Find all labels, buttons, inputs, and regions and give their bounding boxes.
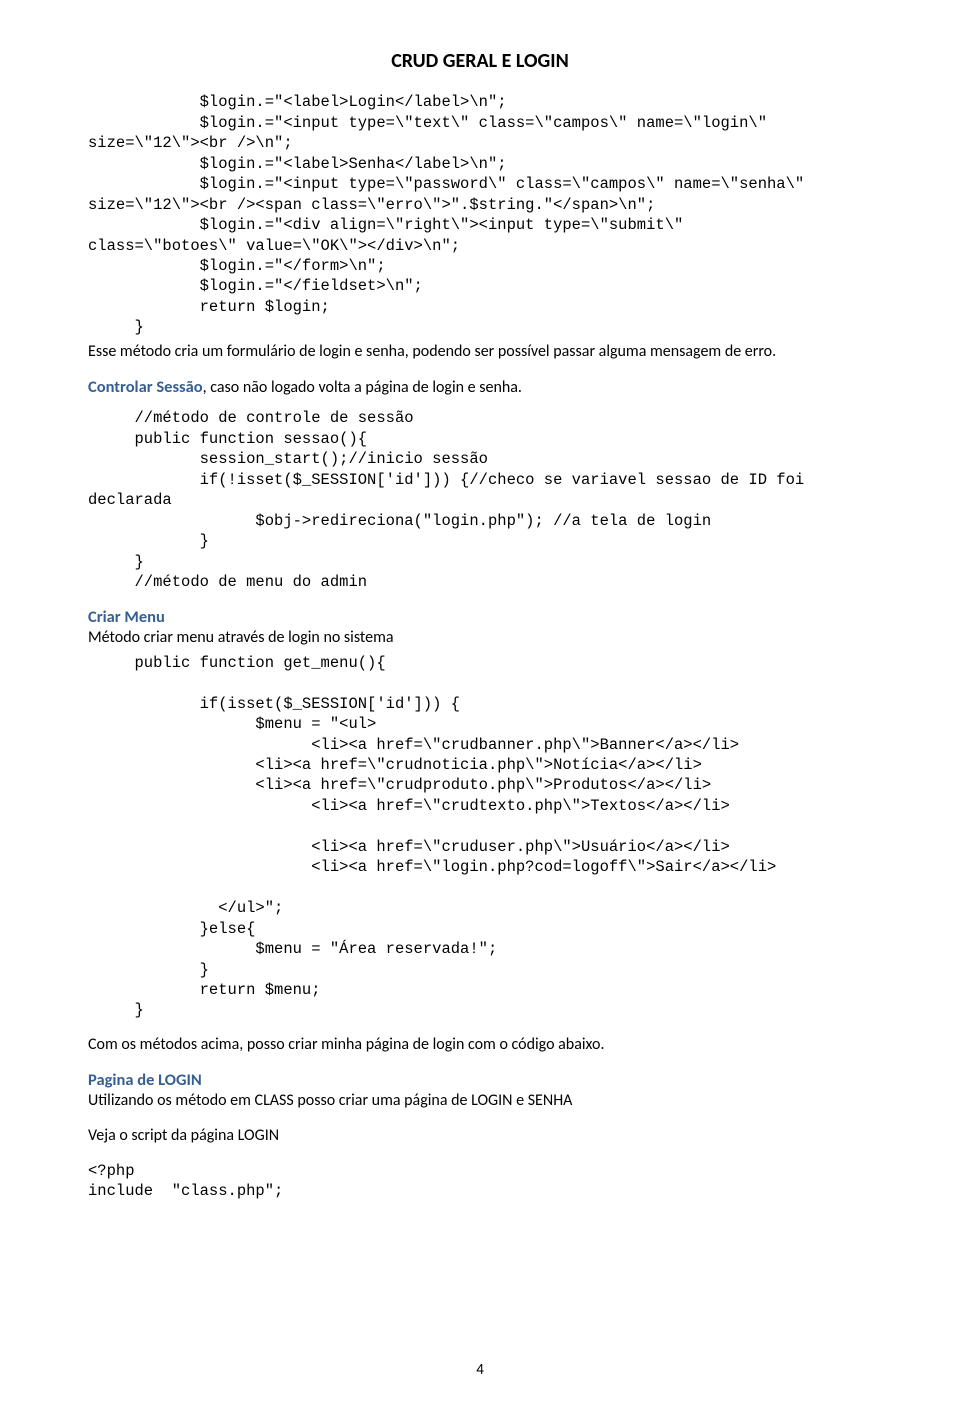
code-line: <li><a href=\"cruduser.php\">Usuário</a>…	[88, 838, 730, 856]
code-line: }	[88, 961, 209, 979]
code-line: $obj->redireciona("login.php"); //a tela…	[88, 512, 711, 530]
section-heading-criar-menu: Criar Menu	[88, 607, 872, 628]
narrative-text: Com os métodos acima, posso criar minha …	[88, 1035, 872, 1056]
code-line: $menu = "<ul>	[88, 715, 376, 733]
code-line: $login.="</fieldset>\n";	[88, 277, 423, 295]
code-line: }else{	[88, 920, 255, 938]
code-line: if(isset($_SESSION['id'])) {	[88, 695, 460, 713]
code-line: declarada	[88, 491, 172, 509]
code-line: if(!isset($_SESSION['id'])) {//checo se …	[88, 471, 804, 489]
section-heading-pagina-login: Pagina de LOGIN	[88, 1070, 872, 1091]
code-line: $login.="<input type=\"text\" class=\"ca…	[88, 114, 767, 132]
code-line: }	[88, 553, 144, 571]
code-line: public function get_menu(){	[88, 654, 386, 672]
code-line: return $menu;	[88, 981, 321, 999]
page-number: 4	[0, 1361, 960, 1381]
code-line: $login.="<div align=\"right\"><input typ…	[88, 216, 683, 234]
narrative-text: Utilizando os método em CLASS posso cria…	[88, 1091, 872, 1112]
code-line: class=\"botoes\" value=\"OK\"></div>\n";	[88, 237, 460, 255]
narrative-text: Esse método cria um formulário de login …	[88, 342, 872, 363]
code-block-sessao: //método de controle de sessão public fu…	[88, 408, 872, 592]
narrative-text: , caso não logado volta a página de logi…	[203, 378, 522, 397]
code-line: $menu = "Área reservada!";	[88, 940, 497, 958]
code-line: //método de menu do admin	[88, 573, 367, 591]
code-line: $login.="</form>\n";	[88, 257, 386, 275]
code-block-login-form: $login.="<label>Login</label>\n"; $login…	[88, 92, 872, 337]
code-line: <li><a href=\"crudnoticia.php\">Notícia<…	[88, 756, 702, 774]
page-title: CRUD GERAL E LOGIN	[88, 48, 872, 74]
code-line: return $login;	[88, 298, 330, 316]
code-line: <li><a href=\"crudbanner.php\">Banner</a…	[88, 736, 739, 754]
code-line: <?php	[88, 1162, 135, 1180]
code-line: }	[88, 1001, 144, 1019]
code-line: <li><a href=\"login.php?cod=logoff\">Sai…	[88, 858, 776, 876]
code-line: size=\"12\"><br />\n";	[88, 134, 293, 152]
code-line: }	[88, 532, 209, 550]
code-line: <li><a href=\"crudproduto.php\">Produtos…	[88, 776, 711, 794]
code-line: $login.="<label>Login</label>\n";	[88, 93, 507, 111]
code-line: public function sessao(){	[88, 430, 367, 448]
code-line: include "class.php";	[88, 1182, 283, 1200]
code-line: </ul>";	[88, 899, 283, 917]
code-block-get-menu: public function get_menu(){ if(isset($_S…	[88, 653, 872, 1021]
code-line: <li><a href=\"crudtexto.php\">Textos</a>…	[88, 797, 730, 815]
code-line: session_start();//inicio sessão	[88, 450, 488, 468]
section-heading-controlar-sessao: Controlar Sessão	[88, 377, 203, 397]
code-line: }	[88, 318, 144, 336]
code-line: size=\"12\"><br /><span class=\"erro\">"…	[88, 196, 655, 214]
code-line: $login.="<label>Senha</label>\n";	[88, 155, 507, 173]
code-line: $login.="<input type=\"password\" class=…	[88, 175, 804, 193]
code-line: //método de controle de sessão	[88, 409, 414, 427]
narrative-text: Veja o script da página LOGIN	[88, 1126, 872, 1147]
code-block-include: <?php include "class.php";	[88, 1161, 872, 1202]
narrative-text: Método criar menu através de login no si…	[88, 628, 872, 649]
